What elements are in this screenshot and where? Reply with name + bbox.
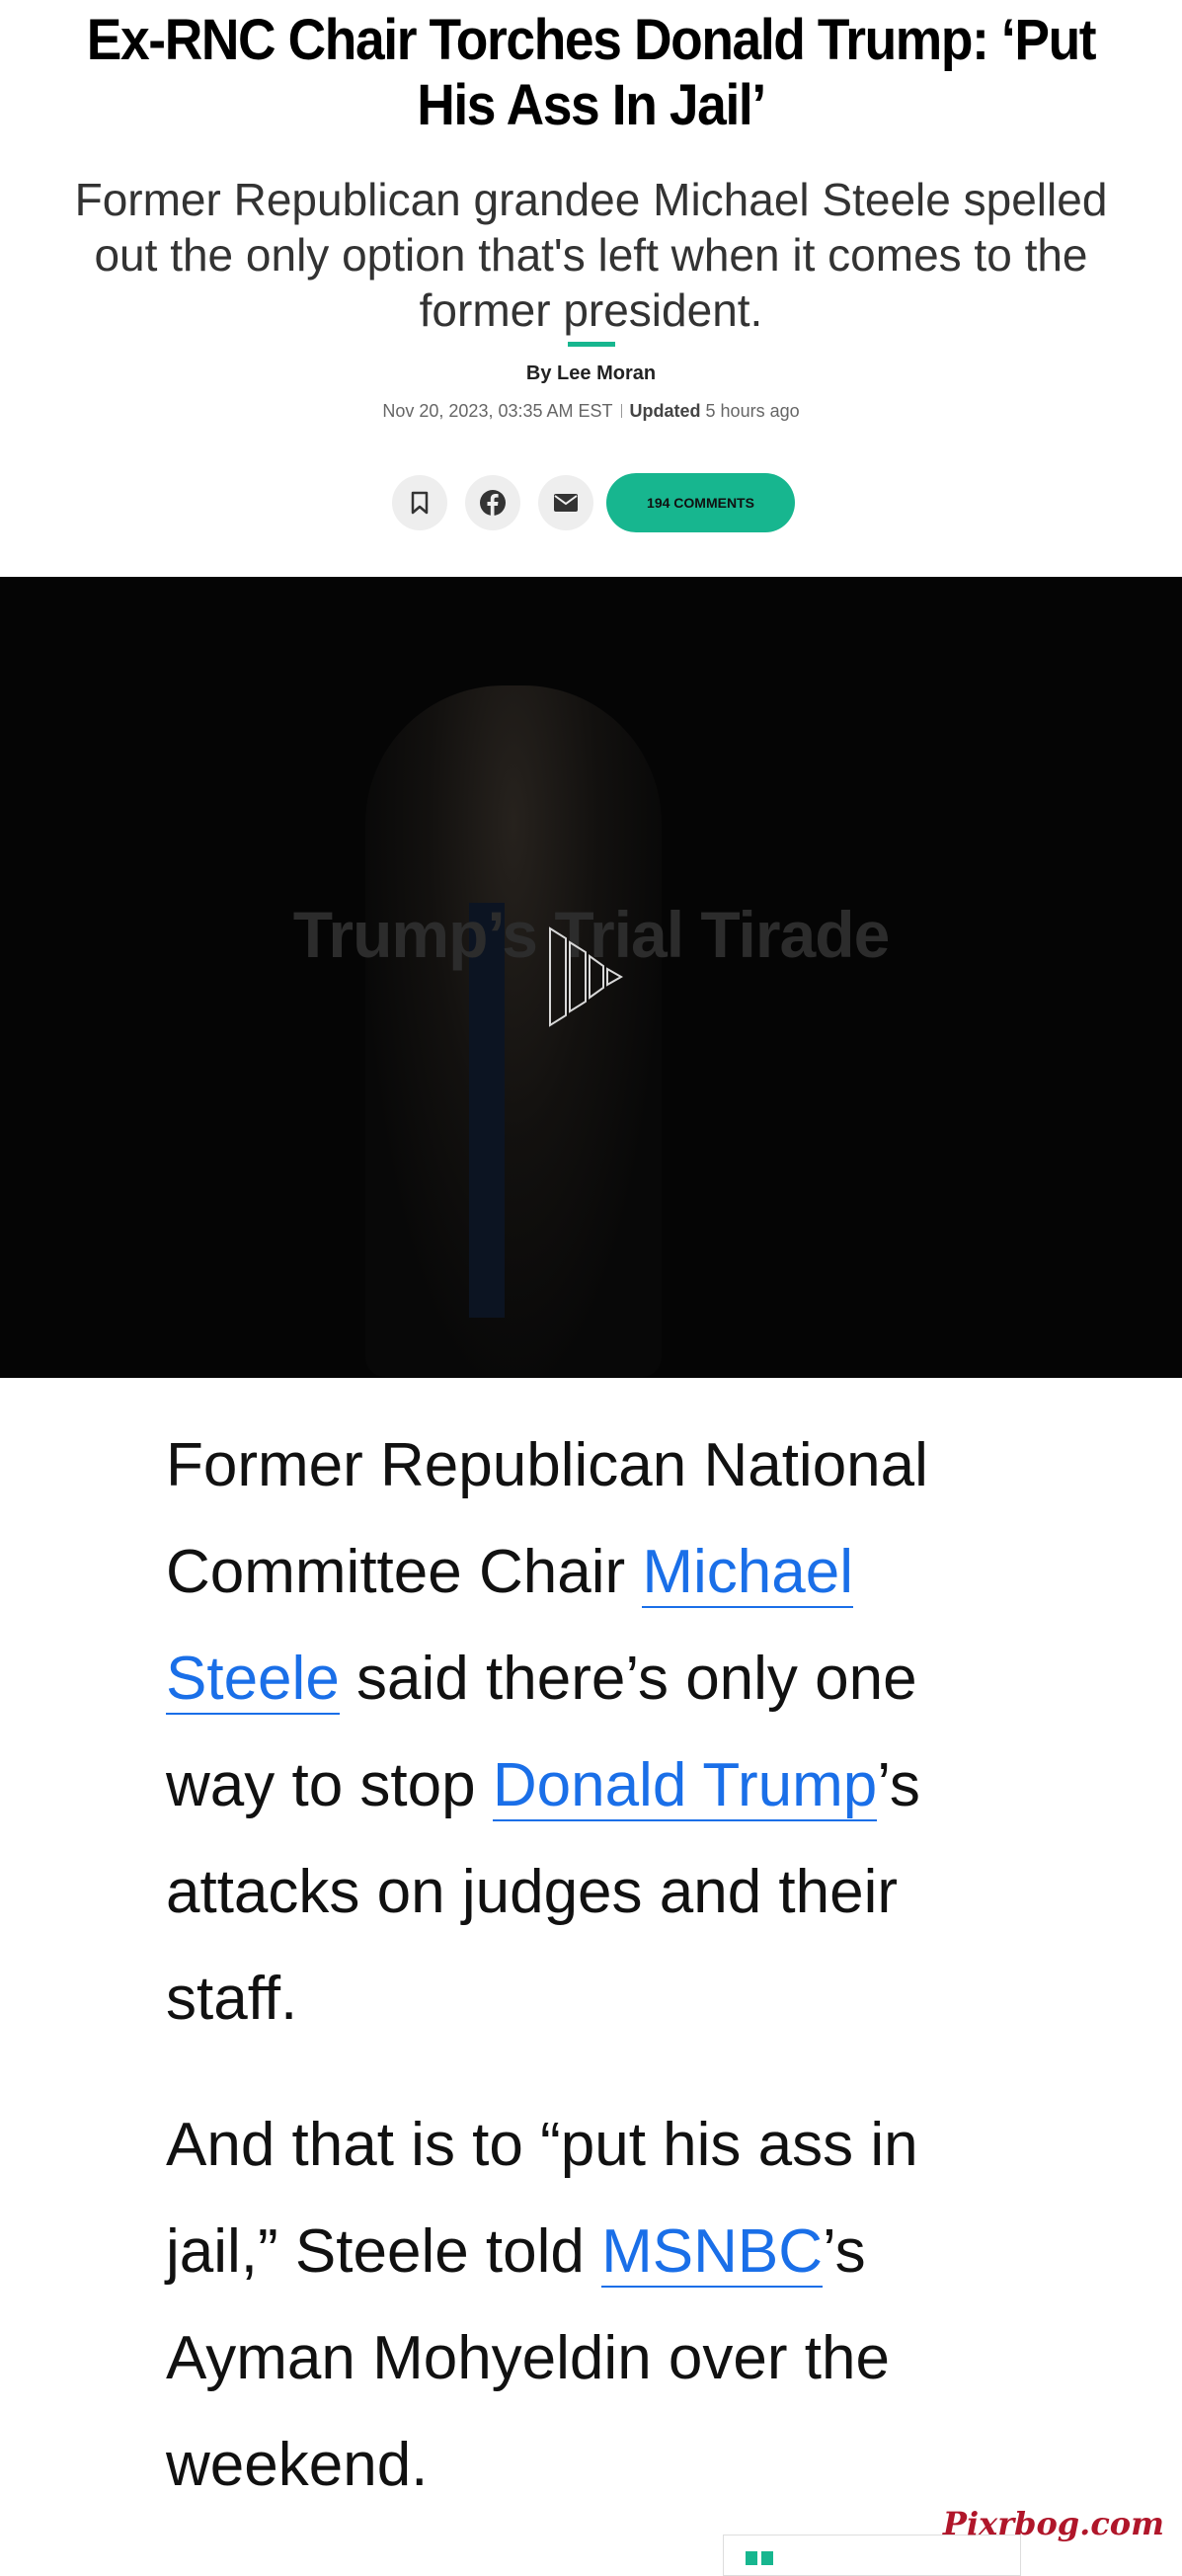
article-paragraph-1: Former Republican National Committee Cha… [166,1412,1035,2053]
dek: Former Republican grandee Michael Steele… [74,174,1108,336]
email-icon [554,494,578,512]
share-bar: 194 COMMENTS [0,473,1182,532]
play-icon [549,926,624,1027]
facebook-share-button[interactable] [465,475,520,530]
widget-logo-mark [746,2551,757,2565]
link-donald-trump[interactable]: Donald Trump [492,1751,878,1821]
updated-label: Updated [629,401,701,421]
dateline-divider [620,404,622,418]
bookmark-button[interactable] [392,475,447,530]
article-paragraph-2: And that is to “put his ass in jail,” St… [166,2092,1035,2519]
comments-button[interactable]: 194 COMMENTS [606,473,795,532]
video-player[interactable]: Trump’s Trial Tirade [0,577,1182,1378]
widget-logo-mark [761,2551,773,2565]
article-header: Ex-RNC Chair Torches Donald Trump: ‘Put … [0,0,1182,422]
dateline: Nov 20, 2023, 03:35 AM EST Updated 5 hour… [0,401,1182,422]
play-button[interactable] [546,923,635,1031]
headline: Ex-RNC Chair Torches Donald Trump: ‘Put … [86,8,1097,137]
article-body: Former Republican National Committee Cha… [166,1412,1035,2558]
facebook-icon [480,490,506,516]
link-msnbc[interactable]: MSNBC [601,2217,824,2288]
published-date: Nov 20, 2023, 03:35 AM EST [382,401,613,421]
updated-value: 5 hours ago [705,401,800,421]
accent-rule [567,342,615,347]
watermark: Pixrbog.com [942,2505,1164,2542]
email-share-button[interactable] [538,475,593,530]
bookmark-icon [411,491,429,515]
byline[interactable]: By Lee Moran [0,362,1182,385]
